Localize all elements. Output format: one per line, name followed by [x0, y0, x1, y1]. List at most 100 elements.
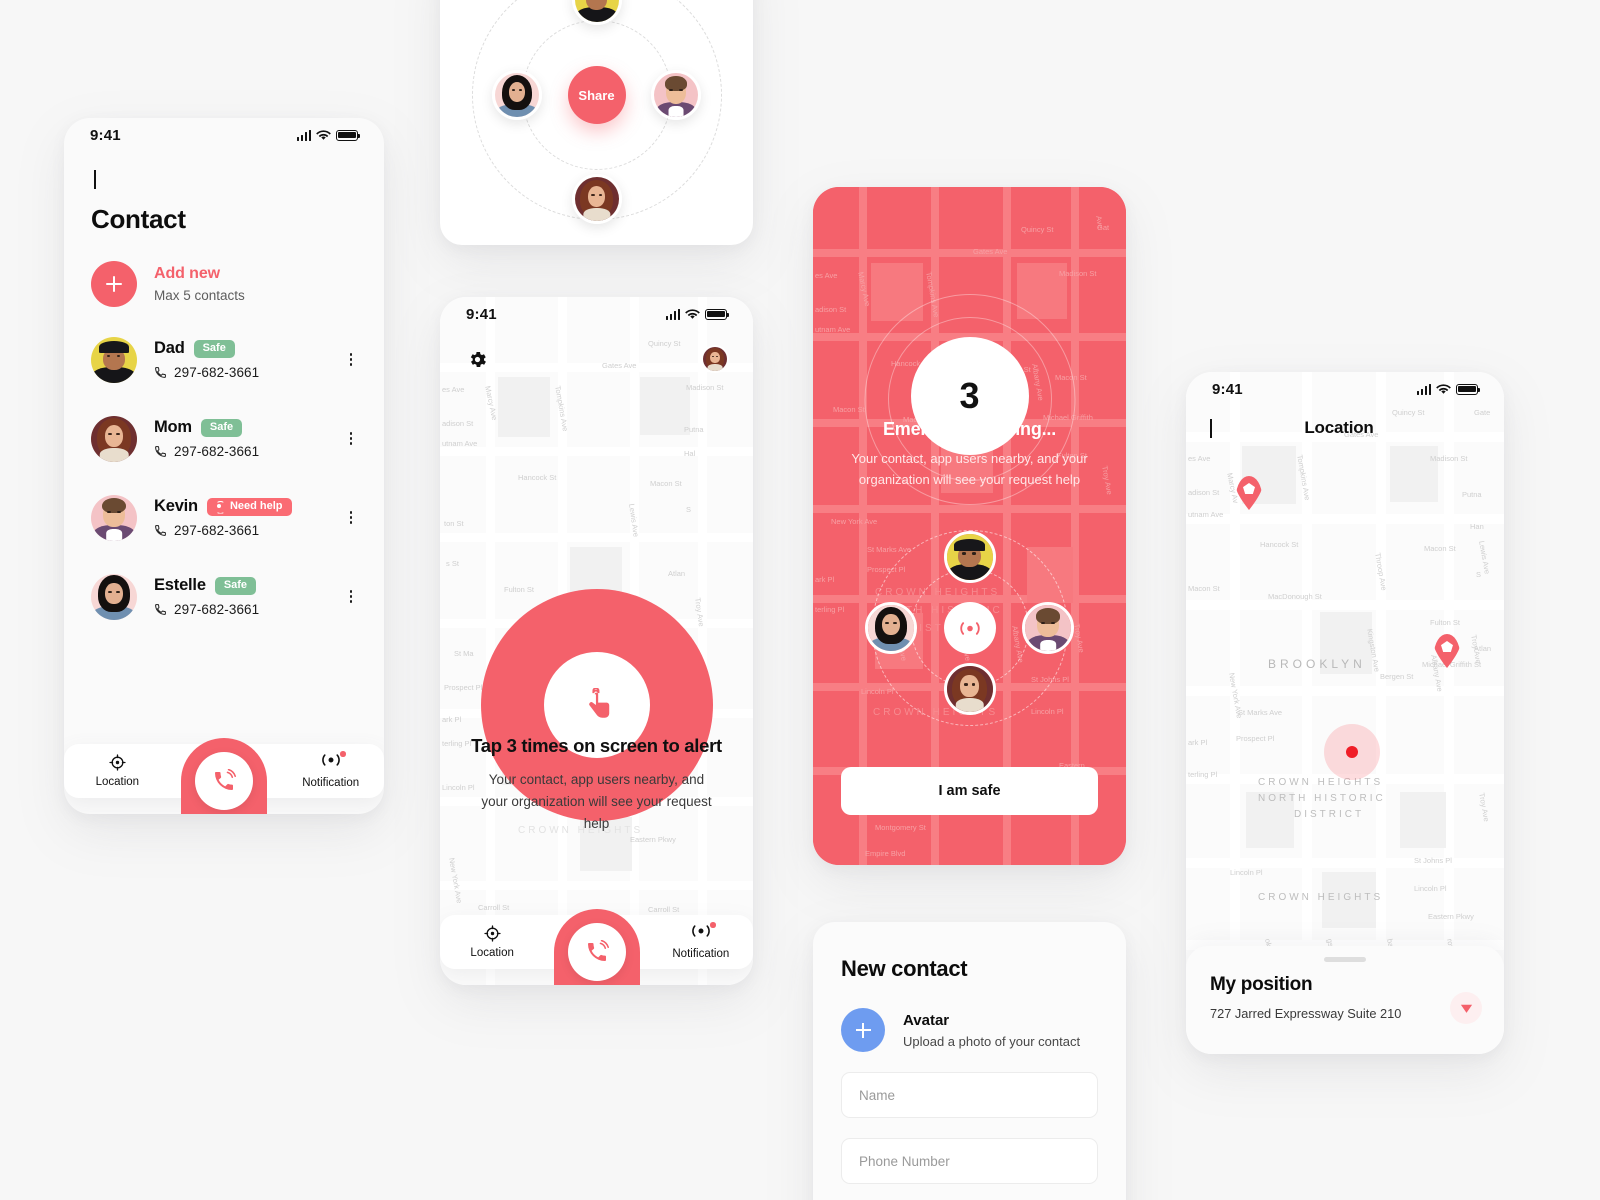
user-avatar[interactable]	[701, 345, 729, 373]
table-row[interactable]: Mom Safe 297-682-3661	[64, 399, 384, 478]
phone-icon	[155, 446, 166, 457]
status-badge: Need help	[206, 497, 292, 516]
avatar[interactable]	[943, 531, 996, 583]
status-time: 9:41	[1212, 380, 1243, 398]
location-target-icon	[484, 925, 501, 942]
status-badge: Safe	[193, 339, 235, 358]
my-position-sheet: My position 727 Jarred Expressway Suite …	[1186, 946, 1504, 1054]
tab-notification[interactable]: Notification	[649, 922, 753, 960]
name-field[interactable]: Name	[841, 1072, 1098, 1118]
status-bar: 9:41	[1186, 372, 1504, 406]
current-location-dot	[1324, 724, 1380, 780]
contact-phone: 297-682-3661	[174, 444, 260, 459]
broadcast-icon	[214, 501, 225, 512]
contact-phone: 297-682-3661	[174, 523, 260, 538]
status-icons	[1416, 383, 1481, 395]
place-pin-icon[interactable]	[1236, 476, 1262, 510]
emergency-call-button[interactable]	[181, 738, 267, 814]
phone-icon	[155, 367, 166, 378]
avatar	[91, 494, 137, 541]
avatar[interactable]	[492, 70, 542, 120]
status-icons	[296, 129, 361, 141]
back-button[interactable]	[64, 152, 384, 189]
avatar[interactable]	[651, 70, 701, 120]
tab-notification[interactable]: Notification	[277, 751, 384, 789]
contact-screen: 9:41 Contact Add new Max 5 contacts Dad …	[64, 118, 384, 814]
row-menu-button[interactable]	[342, 590, 360, 603]
avatar[interactable]	[943, 663, 996, 715]
contact-info: Kevin Need help 297-682-3661	[137, 497, 342, 538]
contact-cluster	[813, 505, 1126, 740]
screens-board: 9:41 Contact Add new Max 5 contacts Dad …	[0, 0, 1600, 1200]
table-row[interactable]: Estelle Safe 297-682-3661	[64, 557, 384, 636]
contact-phone: 297-682-3661	[174, 602, 260, 617]
emergency-headline: Emergency Calling...	[882, 419, 1057, 439]
plus-icon	[91, 261, 137, 307]
table-row[interactable]: Dad Safe 297-682-3661	[64, 320, 384, 399]
sheet-title: My position	[1210, 974, 1313, 995]
row-menu-button[interactable]	[342, 432, 360, 445]
add-new-contact-button[interactable]: Add new Max 5 contacts	[64, 235, 384, 307]
signal-bars-icon	[665, 308, 680, 320]
contact-name: Dad	[154, 339, 185, 357]
avatar-sub: Upload a photo of your contact	[903, 1033, 1081, 1049]
avatar[interactable]	[865, 602, 917, 654]
alert-map-screen: Quincy St Gates Ave es Ave Madison St ad…	[440, 297, 753, 985]
avatar[interactable]	[571, 0, 622, 25]
emergency-call-button[interactable]	[553, 909, 640, 985]
plus-icon	[841, 1008, 885, 1052]
row-menu-button[interactable]	[342, 511, 360, 524]
status-badge-label: Need help	[229, 499, 283, 512]
chevron-left-icon	[94, 170, 96, 189]
status-time: 9:41	[90, 126, 121, 144]
status-bar: 9:41	[440, 297, 753, 331]
battery-icon	[705, 308, 730, 320]
add-new-label: Add new	[154, 265, 220, 282]
avatar-upload-row[interactable]: Avatar Upload a photo of your contact	[813, 982, 1126, 1052]
alert-headline: Tap 3 times on screen to alert	[471, 735, 722, 756]
row-menu-button[interactable]	[342, 353, 360, 366]
broadcast-icon	[943, 602, 996, 654]
wifi-icon	[685, 308, 700, 319]
contact-phone: 297-682-3661	[174, 365, 260, 380]
bottom-tabbar: Location Notification	[440, 907, 753, 985]
status-badge: Safe	[214, 576, 257, 595]
navigate-arrow-icon[interactable]	[1450, 992, 1482, 1024]
phone-field[interactable]: Phone Number	[841, 1138, 1098, 1184]
avatar[interactable]	[571, 174, 622, 224]
avatar[interactable]	[1022, 602, 1074, 654]
status-time: 9:41	[466, 305, 497, 323]
tab-location[interactable]: Location	[64, 754, 171, 788]
gear-icon[interactable]	[467, 349, 488, 370]
broadcast-icon	[320, 751, 346, 772]
page-title: Location	[1304, 418, 1374, 437]
tab-notification-label: Notification	[302, 777, 360, 789]
tab-location[interactable]: Location	[440, 925, 544, 959]
add-new-text: Add new Max 5 contacts	[154, 265, 245, 303]
location-screen: Quincy St Gates Ave Gate es Ave Madison …	[1186, 372, 1504, 1054]
table-row[interactable]: Kevin Need help 297-682-3661	[64, 478, 384, 557]
wifi-icon	[316, 129, 331, 140]
place-pin-icon[interactable]	[1434, 634, 1460, 668]
bottom-tabbar: Location Notification	[64, 736, 384, 814]
page-title: Contact	[91, 204, 186, 234]
avatar-upload-text: Avatar Upload a photo of your contact	[903, 1012, 1080, 1049]
phone-icon	[155, 604, 166, 615]
status-badge: Safe	[200, 418, 243, 437]
wifi-icon	[1436, 383, 1451, 394]
tab-location-label: Location	[95, 776, 140, 788]
share-button[interactable]: Share	[567, 66, 626, 124]
avatar	[91, 415, 137, 462]
contact-name: Kevin	[154, 497, 198, 515]
contact-name: Estelle	[154, 576, 206, 594]
new-contact-card: New contact Avatar Upload a photo of you…	[813, 922, 1126, 1200]
battery-icon	[336, 129, 361, 141]
emergency-subtext: Your contact, app users nearby, and your…	[851, 451, 1088, 487]
contact-info: Mom Safe 297-682-3661	[137, 418, 342, 459]
contact-info: Estelle Safe 297-682-3661	[137, 576, 342, 617]
alert-subtext: Your contact, app users nearby, and your…	[481, 772, 712, 831]
i-am-safe-button[interactable]: I am safe	[841, 767, 1098, 815]
avatar-label: Avatar	[903, 1011, 950, 1029]
location-target-icon	[109, 754, 126, 771]
battery-icon	[1456, 383, 1481, 395]
